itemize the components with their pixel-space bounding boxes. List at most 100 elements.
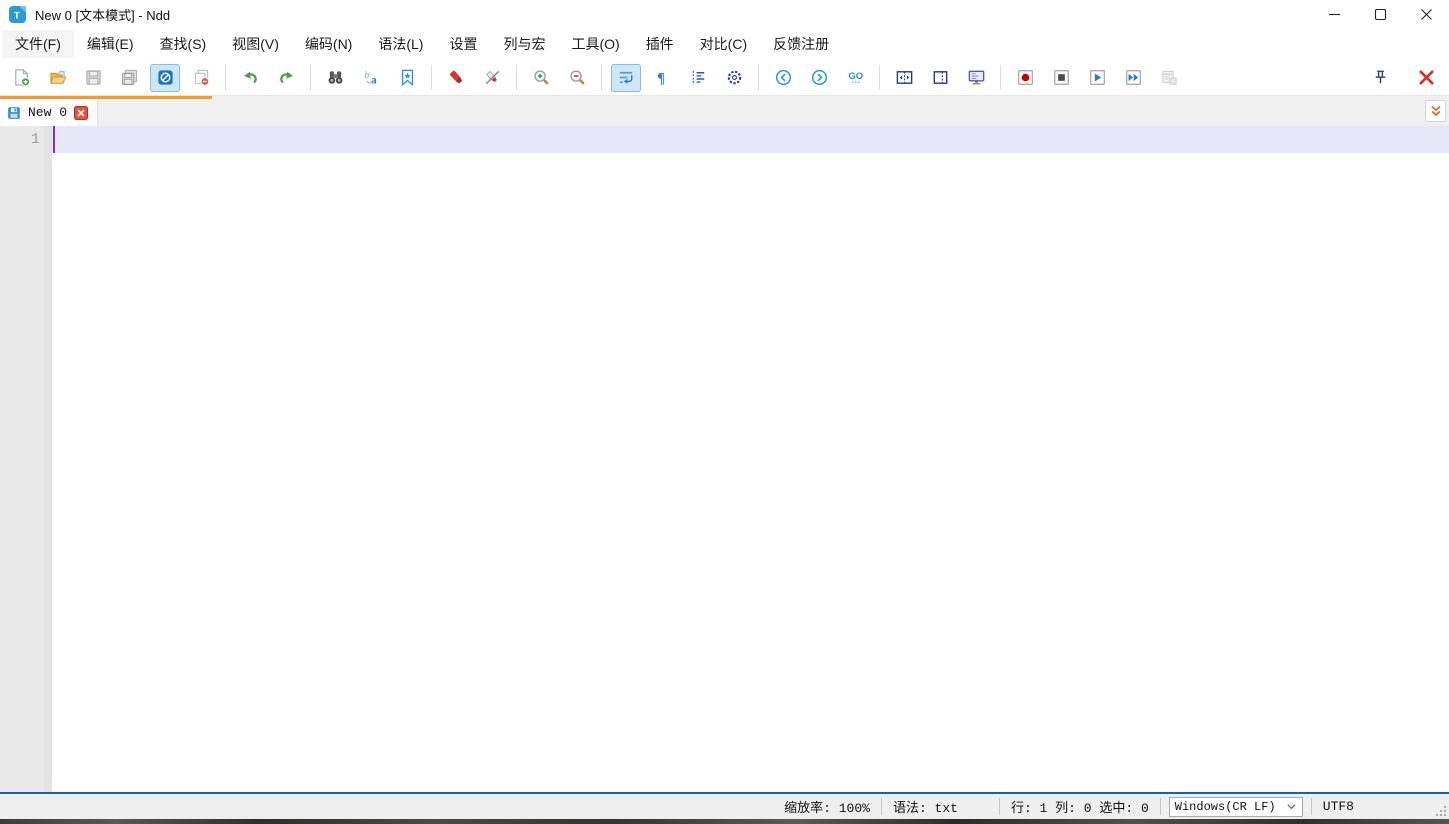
toolbar: b a bbox=[0, 60, 1449, 96]
toolbar-separator bbox=[310, 65, 311, 90]
macro-save-button[interactable] bbox=[1154, 64, 1184, 92]
svg-text:b: b bbox=[364, 71, 369, 81]
eol-format-value: Windows(CR LF) bbox=[1175, 800, 1276, 814]
svg-text:a: a bbox=[371, 75, 377, 87]
menubar: 文件(F) 编辑(E) 查找(S) 视图(V) 编码(N) 语法(L) 设置 列… bbox=[0, 28, 1449, 60]
line-number: 1 bbox=[0, 126, 40, 153]
resize-grip[interactable] bbox=[1435, 805, 1447, 817]
status-syntax: 语法: txt bbox=[882, 797, 969, 816]
macro-play-button[interactable] bbox=[1082, 64, 1112, 92]
replace-button[interactable]: b a bbox=[356, 64, 386, 92]
statusbar: 缩放率: 100% 语法: txt 行: 1 列: 0 选中: 0 Window… bbox=[0, 794, 1449, 819]
status-separator bbox=[1160, 798, 1161, 815]
nav-back-icon bbox=[774, 68, 793, 87]
status-encoding: UTF8 bbox=[1312, 799, 1365, 814]
eol-format-select[interactable]: Windows(CR LF) bbox=[1169, 797, 1303, 817]
word-wrap-button[interactable] bbox=[611, 64, 641, 92]
chevron-down-icon bbox=[1286, 801, 1297, 812]
bookmark-icon bbox=[398, 68, 417, 87]
close-window-button[interactable] bbox=[1403, 0, 1449, 28]
goto-line-button[interactable]: GO bbox=[840, 64, 870, 92]
word-wrap-icon bbox=[617, 68, 636, 87]
close-all-button[interactable] bbox=[186, 64, 216, 92]
close-file-button[interactable] bbox=[150, 64, 180, 92]
macro-record-button[interactable] bbox=[1010, 64, 1040, 92]
maximize-button[interactable] bbox=[1357, 0, 1403, 28]
locate-button[interactable] bbox=[719, 64, 749, 92]
split-window-icon bbox=[895, 68, 914, 87]
menu-language[interactable]: 语法(L) bbox=[365, 30, 436, 58]
window-controls bbox=[1311, 0, 1449, 28]
pin-icon bbox=[1371, 68, 1390, 87]
bookmark-button[interactable] bbox=[392, 64, 422, 92]
status-cursor-position: 行: 1 列: 0 选中: 0 bbox=[1000, 797, 1160, 816]
tab-close-icon bbox=[74, 106, 88, 120]
clear-mark-button[interactable] bbox=[477, 64, 507, 92]
macro-save-icon bbox=[1160, 68, 1179, 87]
zoom-in-button[interactable] bbox=[526, 64, 556, 92]
tabbar: New 0 bbox=[0, 96, 1449, 126]
menu-encoding[interactable]: 编码(N) bbox=[292, 30, 365, 58]
pilcrow-icon: ¶ bbox=[653, 68, 672, 87]
toolbar-separator bbox=[601, 65, 602, 90]
open-file-button[interactable] bbox=[42, 64, 72, 92]
menu-edit[interactable]: 编辑(E) bbox=[74, 30, 147, 58]
macro-record-icon bbox=[1016, 68, 1035, 87]
new-file-button[interactable] bbox=[6, 64, 36, 92]
editor-area[interactable]: 1 bbox=[0, 126, 1449, 792]
menu-column-macro[interactable]: 列与宏 bbox=[490, 30, 558, 58]
menu-plugins[interactable]: 插件 bbox=[633, 30, 687, 58]
target-icon bbox=[725, 68, 744, 87]
menu-view[interactable]: 视图(V) bbox=[219, 30, 292, 58]
nav-forward-button[interactable] bbox=[804, 64, 834, 92]
menu-search[interactable]: 查找(S) bbox=[147, 30, 220, 58]
indent-guides-icon bbox=[689, 68, 708, 87]
menu-compare[interactable]: 对比(C) bbox=[687, 30, 760, 58]
clear-mark-icon bbox=[483, 68, 502, 87]
monitor-icon bbox=[967, 68, 986, 87]
fullscreen-button[interactable] bbox=[961, 64, 991, 92]
tab-label: New 0 bbox=[28, 105, 67, 120]
mark-pen-icon bbox=[447, 68, 466, 87]
new-file-icon bbox=[12, 68, 31, 87]
menu-feedback-register[interactable]: 反馈注册 bbox=[760, 30, 842, 58]
menu-tools[interactable]: 工具(O) bbox=[558, 30, 632, 58]
zoom-in-icon bbox=[532, 68, 551, 87]
close-toolbar-button[interactable] bbox=[1411, 64, 1441, 92]
pin-toolbar-button[interactable] bbox=[1365, 64, 1395, 92]
redo-button[interactable] bbox=[271, 64, 301, 92]
toolbar-separator bbox=[758, 65, 759, 90]
find-button[interactable] bbox=[320, 64, 350, 92]
toolbar-separator bbox=[1000, 65, 1001, 90]
tab-list-button[interactable] bbox=[1425, 100, 1446, 122]
redo-icon bbox=[277, 68, 296, 87]
minimize-button[interactable] bbox=[1311, 0, 1357, 28]
close-toolbar-icon bbox=[1417, 68, 1436, 87]
split-window-button[interactable] bbox=[889, 64, 919, 92]
replace-icon: b a bbox=[362, 68, 381, 87]
show-symbols-button[interactable]: ¶ bbox=[647, 64, 677, 92]
split-right-icon bbox=[931, 68, 950, 87]
indent-guides-button[interactable] bbox=[683, 64, 713, 92]
fold-margin bbox=[44, 126, 52, 792]
floppy-icon bbox=[7, 106, 21, 120]
nav-back-button[interactable] bbox=[768, 64, 798, 92]
menu-settings[interactable]: 设置 bbox=[436, 30, 490, 58]
split-right-button[interactable] bbox=[925, 64, 955, 92]
tab-new-0[interactable]: New 0 bbox=[0, 99, 98, 126]
tab-close-button[interactable] bbox=[74, 106, 88, 120]
save-button[interactable] bbox=[78, 64, 108, 92]
save-all-button[interactable] bbox=[114, 64, 144, 92]
window-title: New 0 [文本模式] - Ndd bbox=[35, 5, 170, 24]
mark-button[interactable] bbox=[441, 64, 471, 92]
double-chevron-down-icon bbox=[1429, 104, 1443, 118]
undo-button[interactable] bbox=[235, 64, 265, 92]
svg-text:¶: ¶ bbox=[657, 71, 665, 87]
menu-file[interactable]: 文件(F) bbox=[2, 30, 74, 58]
macro-play-multi-button[interactable] bbox=[1118, 64, 1148, 92]
toolbar-separator bbox=[431, 65, 432, 90]
minimize-icon bbox=[1327, 7, 1342, 22]
macro-stop-button[interactable] bbox=[1046, 64, 1076, 92]
goto-line-icon: GO bbox=[846, 68, 865, 87]
zoom-out-button[interactable] bbox=[562, 64, 592, 92]
